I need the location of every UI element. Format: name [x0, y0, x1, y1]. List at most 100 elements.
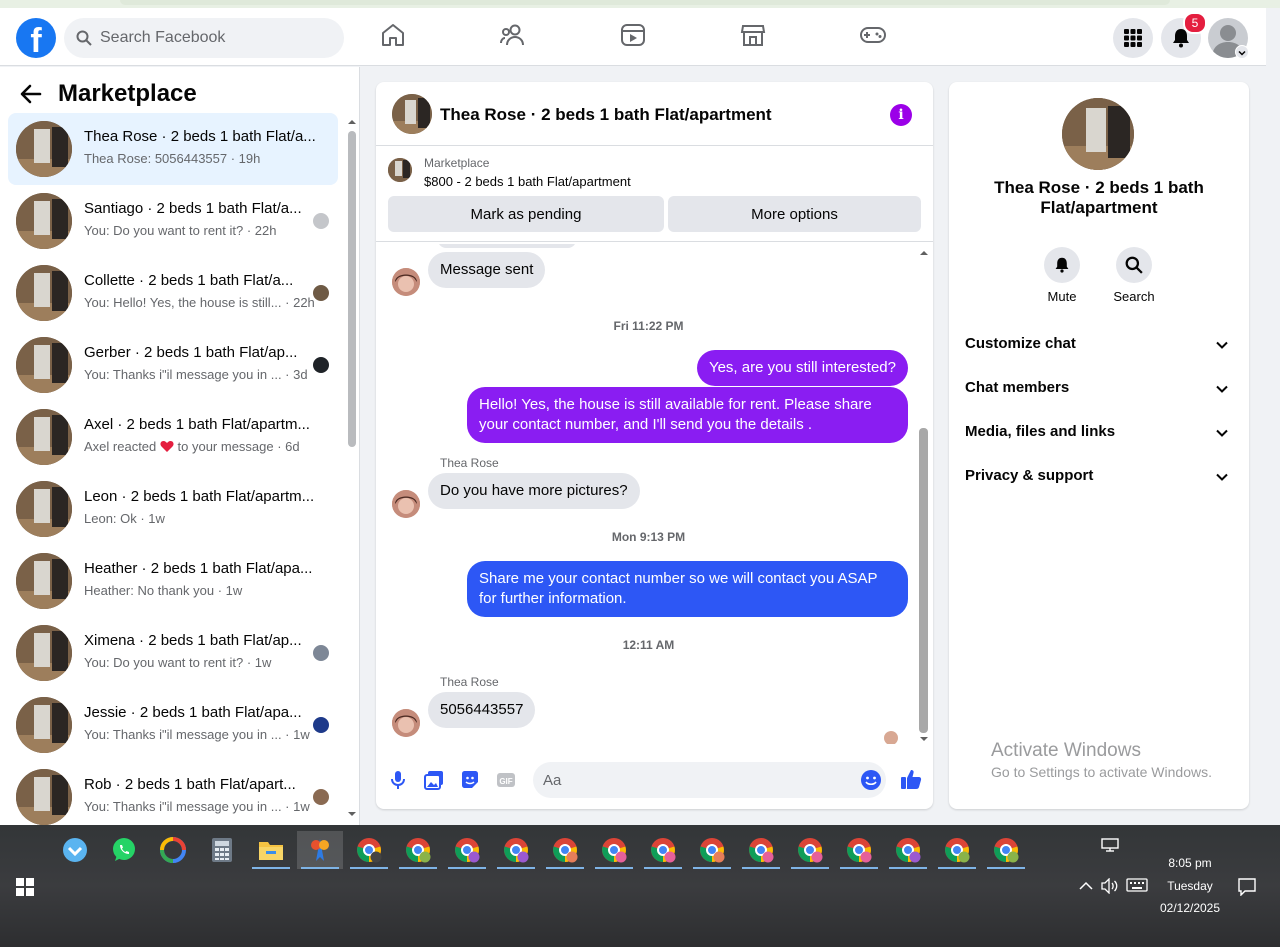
clock-day[interactable]: Tuesday: [1150, 879, 1230, 893]
notification-center-icon[interactable]: [1238, 878, 1256, 896]
facebook-logo-icon[interactable]: f: [16, 18, 56, 58]
conversation-preview: You: Hello! Yes, the house is still... ·…: [84, 295, 314, 310]
customize-chat-row[interactable]: Customize chat: [965, 335, 1233, 359]
desktop-icon[interactable]: [1101, 838, 1119, 852]
microphone-icon[interactable]: [388, 770, 408, 790]
taskbar-app-chrome[interactable]: [836, 831, 882, 869]
taskbar-app-chrome[interactable]: [787, 831, 833, 869]
volume-icon[interactable]: [1101, 878, 1119, 894]
message-input-field[interactable]: [533, 762, 886, 798]
sidebar-scrollbar[interactable]: [346, 117, 356, 817]
conversation-preview: Thea Rose: 5056443557 · 19h: [84, 151, 261, 166]
conversation-name: Rob · 2 beds 1 bath Flat/apart...: [84, 776, 296, 793]
media-files-links-row[interactable]: Media, files and links: [965, 423, 1233, 447]
listing-avatar[interactable]: [1062, 98, 1134, 170]
conversation-item[interactable]: Gerber · 2 beds 1 bath Flat/ap... You: T…: [8, 329, 338, 401]
listing-description[interactable]: $800 - 2 beds 1 bath Flat/apartment: [424, 174, 631, 189]
scroll-down-icon[interactable]: [347, 811, 357, 817]
read-receipt-avatar: [884, 731, 898, 744]
taskbar-app-chrome[interactable]: [346, 831, 392, 869]
message-bubble-outgoing[interactable]: Share me your contact number so we will …: [467, 561, 908, 617]
more-options-button[interactable]: More options: [668, 196, 921, 232]
taskbar-app-snipping[interactable]: [297, 831, 343, 869]
taskbar-app-chrome[interactable]: [493, 831, 539, 869]
taskbar-app-chrome[interactable]: [983, 831, 1029, 869]
emoji-icon[interactable]: [860, 769, 882, 791]
home-icon[interactable]: [380, 22, 406, 48]
message-bubble-incoming[interactable]: 5056443557: [428, 692, 536, 728]
search-box[interactable]: [64, 18, 344, 58]
taskbar-app-chrome[interactable]: [542, 831, 588, 869]
windows-start-icon[interactable]: [16, 878, 34, 896]
search-input[interactable]: [100, 18, 330, 58]
mute-button[interactable]: Mute: [1032, 247, 1092, 304]
conversation-item[interactable]: Thea Rose · 2 beds 1 bath Flat/a... Thea…: [8, 113, 338, 185]
back-arrow-icon[interactable]: [20, 84, 42, 104]
conversation-item[interactable]: Ximena · 2 beds 1 bath Flat/ap... You: D…: [8, 617, 338, 689]
thumbs-up-icon[interactable]: [900, 768, 922, 790]
conversation-item[interactable]: Santiago · 2 beds 1 bath Flat/a... You: …: [8, 185, 338, 257]
keyboard-icon[interactable]: [1126, 878, 1148, 892]
chat-scroll-thumb[interactable]: [919, 428, 928, 733]
conversation-preview: Leon: Ok · 1w: [84, 511, 165, 526]
conversation-item[interactable]: Axel · 2 beds 1 bath Flat/apartm... Axel…: [8, 401, 338, 473]
taskbar-app-calculator[interactable]: [199, 831, 245, 869]
conversation-item[interactable]: Heather · 2 beds 1 bath Flat/apa... Heat…: [8, 545, 338, 617]
sticker-icon[interactable]: [460, 770, 480, 790]
row-label: Media, files and links: [965, 423, 1116, 440]
notifications-button[interactable]: 5: [1161, 12, 1207, 58]
video-icon[interactable]: [620, 22, 646, 48]
taskbar-app-chrome[interactable]: [738, 831, 784, 869]
conversation-item[interactable]: Jessie · 2 beds 1 bath Flat/apa... You: …: [8, 689, 338, 761]
taskbar-app-google[interactable]: [150, 831, 196, 869]
chat-title[interactable]: Thea Rose · 2 beds 1 bath Flat/apartment: [440, 105, 772, 125]
bell-icon: [1055, 257, 1069, 273]
search-chat-button[interactable]: Search: [1104, 247, 1164, 304]
conversation-item[interactable]: Rob · 2 beds 1 bath Flat/apart... You: T…: [8, 761, 338, 825]
friends-icon[interactable]: [500, 22, 526, 48]
scroll-up-icon[interactable]: [347, 119, 357, 125]
gif-icon[interactable]: GIF: [496, 770, 516, 790]
scroll-down-icon[interactable]: [919, 736, 929, 742]
chat-scrollbar[interactable]: [917, 250, 929, 742]
message-bubble-incoming[interactable]: Message sent: [428, 252, 546, 288]
taskbar-app-chrome[interactable]: [689, 831, 735, 869]
conversation-item[interactable]: Leon · 2 beds 1 bath Flat/apartm... Leon…: [8, 473, 338, 545]
folder-icon: [259, 842, 283, 860]
taskbar-app-chrome[interactable]: [591, 831, 637, 869]
taskbar-app-chrome[interactable]: [885, 831, 931, 869]
sidebar-title: Marketplace: [58, 80, 197, 107]
chat-header: Thea Rose · 2 beds 1 bath Flat/apartment…: [376, 82, 933, 146]
message-bubble-incoming[interactable]: Do you have more pictures?: [428, 473, 640, 509]
message-input[interactable]: [543, 762, 843, 798]
message-bubble-outgoing[interactable]: Yes, are you still interested?: [696, 350, 908, 386]
page-scrollbar[interactable]: [1266, 8, 1280, 825]
marketplace-icon[interactable]: [740, 22, 766, 48]
taskbar-app-chrome[interactable]: [444, 831, 490, 869]
taskbar-app-chrome[interactable]: [395, 831, 441, 869]
menu-grid-button[interactable]: [1113, 18, 1153, 58]
chat-avatar[interactable]: [392, 94, 432, 134]
clock-date[interactable]: 02/12/2025: [1150, 901, 1230, 915]
sidebar-scroll-thumb[interactable]: [348, 131, 356, 447]
taskbar-app-chrome[interactable]: [640, 831, 686, 869]
chat-members-row[interactable]: Chat members: [965, 379, 1233, 403]
taskbar-app-feedback[interactable]: [52, 831, 98, 869]
mark-pending-button[interactable]: Mark as pending: [388, 196, 664, 232]
taskbar-app-file-explorer[interactable]: [248, 831, 294, 869]
privacy-support-row[interactable]: Privacy & support: [965, 467, 1233, 491]
scroll-up-icon[interactable]: [919, 250, 929, 256]
gaming-icon[interactable]: [860, 22, 886, 48]
clock-time[interactable]: 8:05 pm: [1150, 856, 1230, 870]
taskbar-app-whatsapp[interactable]: [101, 831, 147, 869]
windows-taskbar: 8:05 pm Tuesday 02/12/2025: [0, 825, 1280, 947]
info-icon[interactable]: i: [890, 104, 912, 126]
conversation-item[interactable]: Collette · 2 beds 1 bath Flat/a... You: …: [8, 257, 338, 329]
menu-grid-icon: [1124, 29, 1142, 47]
chrome-icon: [749, 838, 774, 863]
photo-icon[interactable]: [424, 770, 444, 790]
tray-chevron-up-icon[interactable]: [1079, 881, 1093, 891]
taskbar-app-chrome[interactable]: [934, 831, 980, 869]
account-chevron-icon[interactable]: [1235, 45, 1249, 59]
message-bubble-outgoing[interactable]: Hello! Yes, the house is still available…: [467, 387, 908, 443]
